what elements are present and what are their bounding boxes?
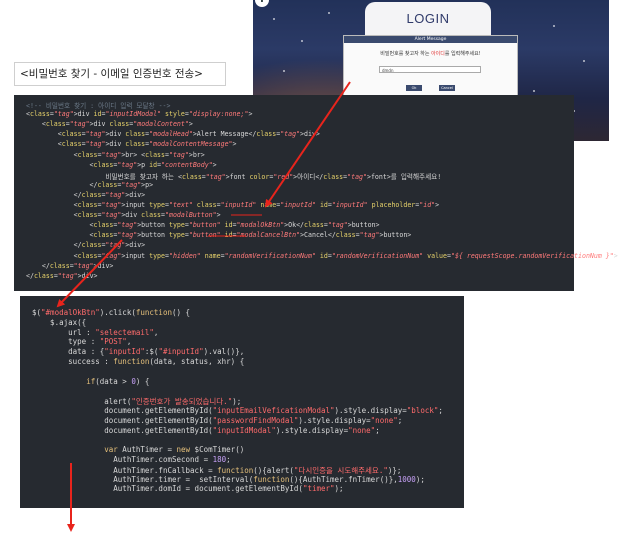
html-code-line: 비밀번호를 찾고자 하는 <class="tag">font color="re… (26, 172, 442, 181)
alert-message-highlight: 아이디 (431, 51, 445, 57)
ok-button[interactable]: Ok (406, 85, 422, 91)
html-code-line: <class="tag">input type="hidden" name="r… (26, 251, 618, 260)
js-code-line: $.ajax({ (32, 317, 87, 327)
js-code-line: document.getElementById("inputIdModal").… (32, 425, 380, 435)
html-code-panel: <!-- 비밀번호 찾기 : 아이디 입력 모달창 --> <class="tag… (14, 95, 618, 291)
js-code-line: url : "selectemail", (32, 327, 159, 337)
login-title: LOGIN (406, 11, 450, 26)
html-code-line: <class="tag">button type="button" id="mo… (26, 221, 380, 230)
js-code-line: type : "POST", (32, 337, 132, 347)
html-code-line: <class="tag">div class="modalContent"> (26, 120, 193, 129)
html-code-line: <class="tag">div id="inputIdModal" style… (26, 110, 253, 119)
js-code-line: data : {"inputId":$("#inputId").val()}, (32, 347, 245, 357)
js-code-line: document.getElementById("inputEmailVefic… (32, 406, 443, 415)
js-code-line: AuthTimer.timer = setInterval(function()… (32, 474, 425, 484)
cancel-button[interactable]: Cancel (439, 85, 455, 91)
html-code-line: <class="tag">p id="contentBody"> (26, 160, 217, 169)
alert-header: Alert Message (344, 36, 517, 43)
html-code-line: <class="tag">input type="text" class="in… (26, 201, 440, 209)
html-code-line: </class="tag">p> (26, 180, 154, 189)
js-code-line: document.getElementById("passwordFindMod… (32, 415, 403, 425)
js-code-panel: $("#modalOkBtn").click(function() { $.aj… (20, 296, 464, 508)
html-code-line: <class="tag">div class="modalButton"> (26, 211, 221, 220)
js-code-line: AuthTimer.comSecond = 180; (32, 455, 231, 464)
js-code-line: var AuthTimer = new $ComTimer() (104, 445, 245, 455)
html-code-line: <class="tag">div class="modalContentMess… (26, 140, 237, 149)
html-code-line: <class="tag">div class="modalHead">Alert… (26, 130, 320, 139)
html-code-line: </class="tag">div> (26, 190, 146, 199)
js-code-line: if(data > 0) { (86, 376, 150, 386)
alert-message-part: 비밀번호를 찾고자 하는 (380, 51, 432, 57)
id-input[interactable]: dmdn (379, 66, 481, 73)
html-code-line: <!-- 비밀번호 찾기 : 아이디 입력 모달창 --> (26, 102, 171, 110)
info-icon: i (255, 0, 269, 7)
html-code-line: </class="tag">div> (26, 241, 146, 250)
js-code-line: $("#modalOkBtn").click(function() { (32, 308, 191, 317)
html-code-line: <class="tag">br> <class="tag">br> (26, 150, 205, 159)
alert-message: 비밀번호를 찾고자 하는 아이디를 입력해주세요! (344, 50, 517, 57)
js-code-line: success : function(data, status, xhr) { (32, 357, 245, 366)
html-code-line: </class="tag">div> (26, 271, 98, 280)
js-code-line: AuthTimer.domId = document.getElementByI… (32, 484, 344, 494)
section-caption: <비밀번호 찾기 - 이메일 인증번호 전송> (14, 62, 226, 86)
html-code-line: <class="tag">button type="button" id="mo… (26, 231, 412, 240)
html-code-line: </class="tag">div> (26, 261, 114, 270)
alert-message-part: 를 입력해주세요! (444, 51, 481, 57)
